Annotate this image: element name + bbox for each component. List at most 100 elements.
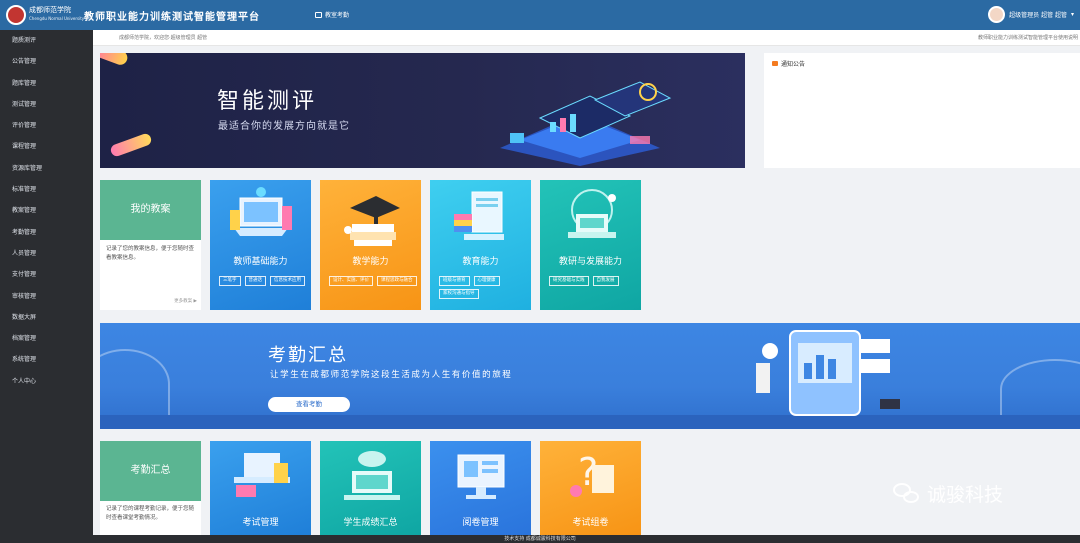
tag-class-moral[interactable]: 班级与德育 — [439, 276, 470, 286]
tag-ideological-integration[interactable]: 课程思政与融合 — [377, 276, 417, 286]
phone-charts-illustration — [756, 330, 900, 416]
sidebar-item-personnel[interactable]: 人员管理 — [0, 243, 93, 264]
avatar — [988, 6, 1006, 23]
welcome-text: 成都师范学院，欢迎您·超级管理员 超管 — [119, 35, 208, 41]
banner-subtitle: 让学生在成都师范学院这段生活成为人生有价值的旅程 — [270, 370, 513, 380]
sidebar-item-personal-center[interactable]: 个人中心 — [0, 371, 93, 392]
att-card-title: 考勤汇总 — [100, 441, 201, 501]
caret-down-icon: ▾ — [1070, 11, 1074, 18]
teaching-ability-card[interactable]: 教学能力 设计、实施、评价 课程思政与融合 — [320, 180, 421, 310]
devices-illustration — [233, 453, 290, 497]
classroom-attendance-label: 教室考勤 — [325, 12, 350, 19]
sidebar-item-attendance[interactable]: 考勤管理 — [0, 222, 93, 243]
tag-list: 班级与德育 心理健康 家校沟通与指导 — [439, 276, 527, 299]
view-attendance-button[interactable]: 查看考勤 — [268, 397, 350, 412]
decorative-blob — [109, 132, 153, 158]
card-label: 教育能力 — [462, 257, 499, 267]
exam-management-card[interactable]: 考试管理 — [210, 441, 311, 535]
banner-title: 智能测评 — [217, 89, 318, 114]
banner-subtitle: 最适合你的发展方向就是它 — [218, 121, 350, 132]
question-mark-illustration: ? — [569, 450, 614, 497]
teacher-basic-ability-card[interactable]: 教师基础能力 三笔字 普通话 信息技术应用 — [210, 180, 311, 310]
decorative-blob — [100, 53, 130, 67]
card-label: 教师基础能力 — [233, 257, 288, 267]
sidebar-item-question-bank[interactable]: 题库管理 — [0, 73, 93, 94]
tag-home-school[interactable]: 家校沟通与指导 — [439, 289, 479, 299]
sidebar-item-payments[interactable]: 支付管理 — [0, 264, 93, 285]
laptop-illustration — [229, 187, 292, 236]
tag-self-development[interactable]: 自我发展 — [592, 276, 619, 286]
sidebar-item-evaluation[interactable]: 评价管理 — [0, 115, 93, 136]
watermark-text: 诚骏科技 — [927, 484, 1004, 506]
isometric-dashboard-illustration — [500, 81, 672, 166]
sidebar-item-data-screen[interactable]: 数据大屏 — [0, 307, 93, 328]
tag-research-practice[interactable]: 研究基础与实践 — [549, 276, 589, 286]
tag-list: 研究基础与实践 自我发展 — [549, 276, 637, 286]
monitor-illustration — [457, 454, 504, 499]
banner-floor — [100, 415, 1080, 429]
education-ability-card[interactable]: 教育能力 班级与德育 心理健康 家校沟通与指导 — [430, 180, 531, 310]
card-label: 考试组卷 — [572, 518, 609, 528]
user-name: 超级管理员 超管 超管 — [1009, 12, 1067, 19]
tag-mental-health[interactable]: 心理健康 — [473, 276, 500, 286]
research-development-ability-card[interactable]: 教研与发展能力 研究基础与实践 自我发展 — [540, 180, 641, 310]
monitor-icon — [315, 11, 322, 18]
usage-guide-link[interactable]: 教师职业能力训练测试智能管理平台使用说明 — [978, 34, 1078, 41]
app-title: 教师职业能力训练测试智能管理平台 — [84, 12, 260, 23]
plan-card-desc: 记录了您的教案信息，便于您随时查看教案信息。 — [106, 246, 195, 261]
sidebar-item-lesson-plans[interactable]: 教案管理 — [0, 200, 93, 221]
plan-card-title: 我的教案 — [100, 180, 201, 240]
sidebar-item-courses[interactable]: 课程管理 — [0, 136, 93, 157]
graduation-cap-illustration — [343, 196, 400, 246]
notice-title: 通知公告 — [772, 59, 805, 68]
student-scores-card[interactable]: 学生成绩汇总 — [320, 441, 421, 535]
tag-list: 设计、实施、评价 课程思政与融合 — [329, 276, 417, 286]
notice-icon — [772, 61, 778, 66]
smart-evaluation-banner[interactable]: 智能测评 最适合你的发展方向就是它 — [100, 53, 745, 168]
school-name: 成都师范学院 — [29, 6, 71, 14]
notice-title-text: 通知公告 — [781, 61, 806, 68]
sidebar-item-standards[interactable]: 标准管理 — [0, 179, 93, 200]
card-label: 阅卷管理 — [462, 518, 499, 528]
card-label: 考试管理 — [242, 518, 279, 528]
sidebar-item-resources[interactable]: 资源库管理 — [0, 158, 93, 179]
exam-paper-card[interactable]: ? 考试组卷 — [540, 441, 641, 535]
sidebar-item-tests[interactable]: 测试管理 — [0, 94, 93, 115]
grading-management-card[interactable]: 阅卷管理 — [430, 441, 531, 535]
classroom-attendance-link[interactable]: 教室考勤 — [315, 10, 349, 19]
user-menu[interactable]: 超级管理员 超管 超管 ▾ — [988, 6, 1074, 23]
top-header: 成都师范学院 Chengdu Normal University 教师职业能力训… — [0, 0, 1080, 30]
tag-mandarin[interactable]: 普通话 — [244, 276, 266, 286]
wechat-icon — [893, 482, 921, 505]
attendance-summary-card[interactable]: 考勤汇总 记录了您的课程考勤记录，便于您随时查看课堂考勤情况。 — [100, 441, 201, 535]
books-illustration — [453, 191, 504, 240]
sidebar-item-system[interactable]: 系统管理 — [0, 349, 93, 370]
more-plans-link[interactable]: 更多教案 ▶ — [174, 298, 197, 304]
notice-panel: 通知公告 — [764, 53, 1080, 168]
card-label: 教学能力 — [352, 257, 389, 267]
tag-calligraphy[interactable]: 三笔字 — [219, 276, 241, 286]
sidebar-item-archives[interactable]: 档案管理 — [0, 328, 93, 349]
breadcrumb: 成都师范学院，欢迎您·超级管理员 超管 教师职业能力训练测试智能管理平台使用说明 — [93, 30, 1080, 46]
decorative-tree — [100, 349, 170, 419]
footer: 技术支持 成都诚骏科技有限公司 — [0, 535, 1080, 543]
attendance-banner: 考勤汇总 让学生在成都师范学院这段生活成为人生有价值的旅程 查看考勤 — [100, 323, 1080, 429]
sidebar: 题质测评 公告管理 题库管理 测试管理 评价管理 课程管理 资源库管理 标准管理… — [0, 30, 93, 535]
banner-title: 考勤汇总 — [268, 345, 348, 366]
my-lesson-plans-card[interactable]: 我的教案 记录了您的教案信息，便于您随时查看教案信息。 更多教案 ▶ — [100, 180, 201, 310]
watermark: 诚骏科技 — [893, 480, 1003, 507]
sidebar-item-announcements[interactable]: 公告管理 — [0, 51, 93, 72]
school-logo-icon — [6, 5, 26, 25]
att-card-desc: 记录了您的课程考勤记录，便于您随时查看课堂考勤情况。 — [106, 506, 195, 521]
card-label: 学生成绩汇总 — [343, 518, 398, 528]
sidebar-item-review[interactable]: 审核管理 — [0, 286, 93, 307]
card-label: 教研与发展能力 — [558, 257, 622, 267]
tag-list: 三笔字 普通话 信息技术应用 — [219, 276, 307, 286]
research-illustration — [567, 189, 616, 238]
tag-design-implement-evaluate[interactable]: 设计、实施、评价 — [329, 276, 373, 286]
sidebar-item-quality-evaluation[interactable]: 题质测评 — [0, 30, 93, 51]
school-english-name: Chengdu Normal University — [29, 16, 85, 21]
decorative-tree — [1000, 359, 1080, 419]
tag-it-application[interactable]: 信息技术应用 — [270, 276, 305, 286]
cloud-server-illustration — [343, 451, 400, 500]
